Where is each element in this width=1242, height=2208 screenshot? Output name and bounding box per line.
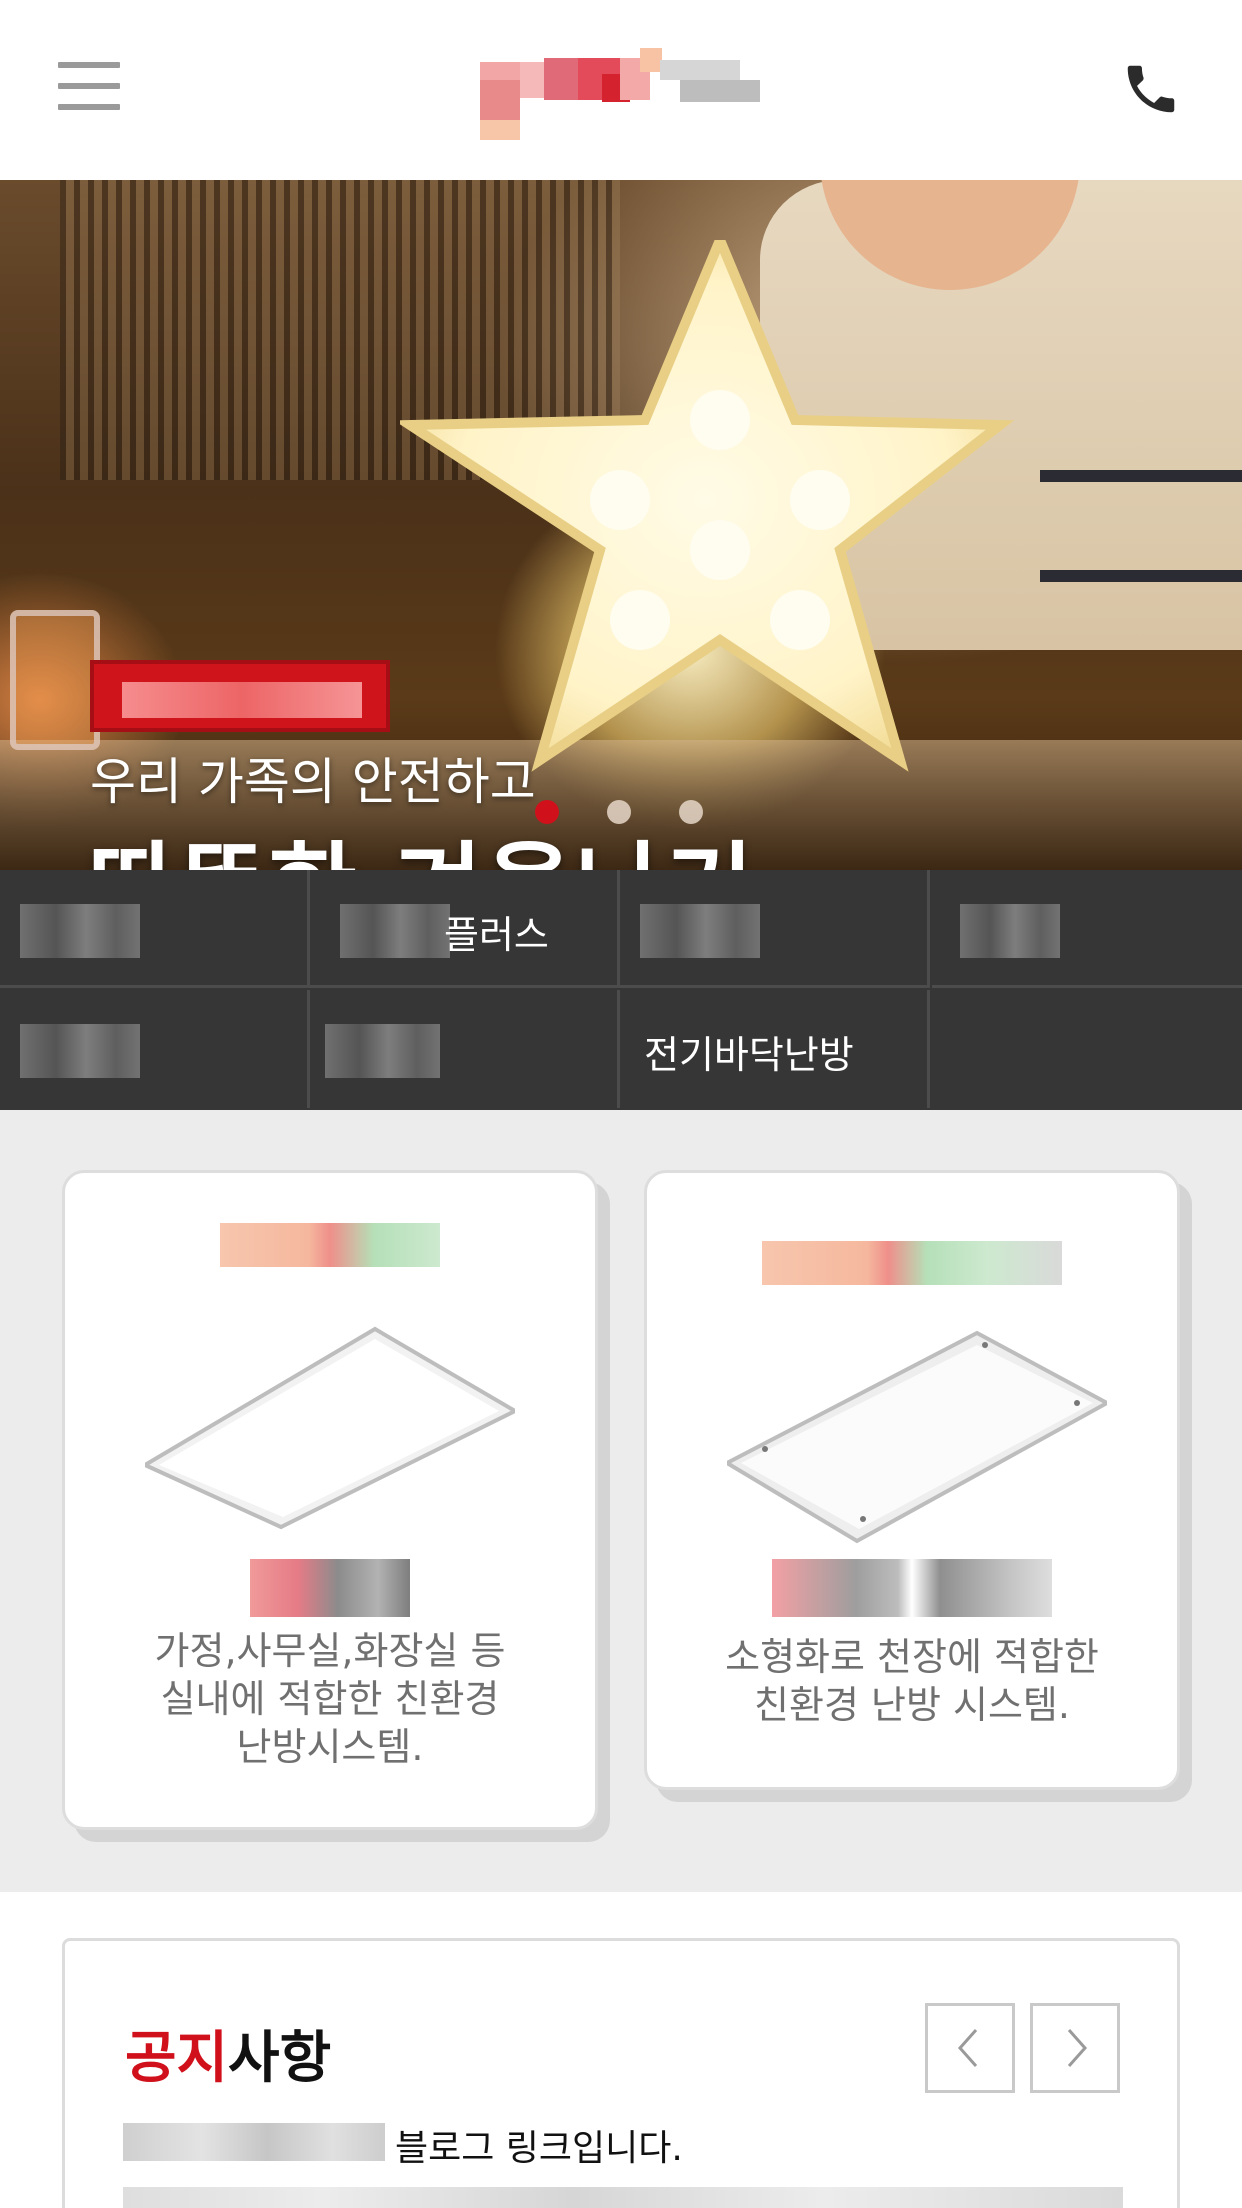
product-card-2[interactable]: 소형화로 천장에 적합한 친환경 난방 시스템. (644, 1170, 1180, 1790)
product-name (250, 1559, 410, 1617)
chevron-left-icon (957, 2029, 978, 2067)
app-header (0, 0, 1242, 180)
notice-title: 공지사항 (125, 2026, 332, 2091)
category-item-1[interactable] (0, 870, 310, 988)
category-item-3[interactable] (620, 870, 930, 988)
category-item-8[interactable] (932, 990, 1242, 1108)
hero-lantern (10, 610, 100, 750)
notice-prev-button[interactable] (925, 2003, 1015, 2093)
product-description: 소형화로 천장에 적합한 친환경 난방 시스템. (725, 1635, 1099, 1727)
category-menu: 플러스 전기바닥난방 (0, 870, 1242, 1110)
category-item-5[interactable] (0, 990, 310, 1108)
ceiling-panel-image (727, 1330, 1107, 1544)
category-item-4[interactable] (932, 870, 1242, 988)
category-item-6[interactable] (310, 990, 620, 1108)
category-item-2[interactable]: 플러스 (310, 870, 620, 988)
product-name (772, 1559, 1052, 1617)
notice-item-text: 블로그 링크입니다. (395, 2128, 683, 2169)
notice-next-button[interactable] (1030, 2003, 1120, 2093)
category-label: 플러스 (444, 913, 549, 957)
phone-icon[interactable] (1120, 58, 1182, 120)
hero-shirt-stripe (1040, 470, 1242, 482)
category-label: 전기바닥난방 (644, 1033, 854, 1077)
hero-subtitle: 우리 가족의 안전하고 (90, 753, 536, 811)
hero-title: 따뜻한 겨울나기 (88, 810, 756, 870)
chevron-right-icon (1067, 2029, 1088, 2067)
notice-list-item[interactable] (123, 2187, 1123, 2208)
hamburger-menu-icon[interactable] (58, 62, 120, 110)
product-brand-logo (762, 1241, 1062, 1285)
product-card-1[interactable]: 가정,사무실,화장실 등 실내에 적합한 친환경 난방시스템. (62, 1170, 598, 1830)
slide-dot-1[interactable] (535, 800, 559, 824)
product-brand-logo (220, 1223, 440, 1267)
brand-logo[interactable] (460, 40, 780, 140)
hero-tag-badge (90, 660, 390, 732)
slide-dot-3[interactable] (679, 800, 703, 824)
ceiling-panel-image (145, 1326, 515, 1530)
notice-panel: 공지사항 블로그 링크입니다. (62, 1938, 1180, 2208)
slide-dot-2[interactable] (607, 800, 631, 824)
hero-shirt-stripe (1040, 570, 1242, 582)
star-lamp-image (400, 240, 1015, 772)
category-item-7[interactable]: 전기바닥난방 (620, 990, 930, 1108)
hero-banner[interactable]: 우리 가족의 안전하고 따뜻한 겨울나기 (0, 180, 1242, 870)
product-description: 가정,사무실,화장실 등 실내에 적합한 친환경 난방시스템. (154, 1629, 506, 1769)
